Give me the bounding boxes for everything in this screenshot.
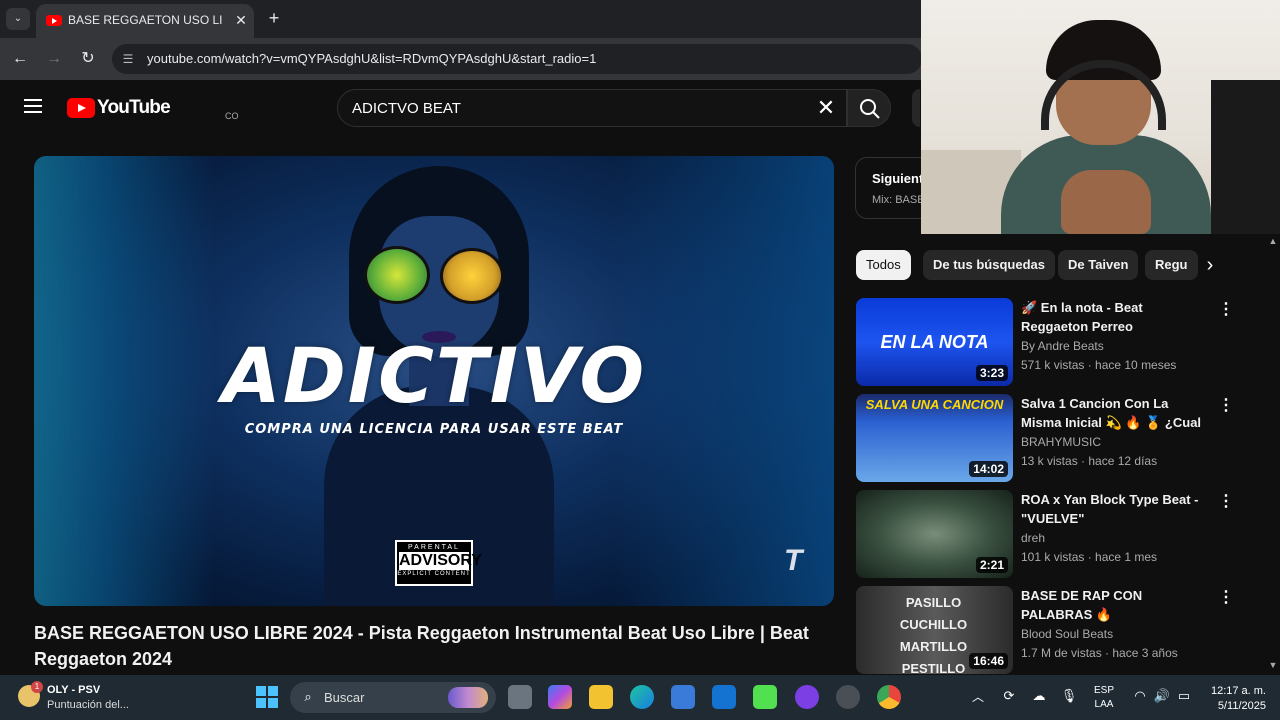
playlist-panel[interactable]: Siguient Mix: BASE bbox=[855, 157, 925, 219]
filter-chips: Todos De tus búsquedas De Taiven Regu bbox=[856, 250, 1221, 282]
recommendation-item[interactable]: 2:21 ROA x Yan Block Type Beat - "VUELVE… bbox=[856, 490, 1236, 580]
recommendation-title[interactable]: 🚀 En la nota - Beat Reggaeton Perreo bbox=[1021, 298, 1211, 336]
windows-start-icon[interactable] bbox=[256, 686, 278, 708]
youtube-logo-text: YouTube bbox=[97, 97, 171, 118]
site-info-icon[interactable]: ☰ bbox=[120, 51, 136, 67]
cloud-icon[interactable]: ☁ bbox=[1030, 687, 1048, 705]
channel-name[interactable]: Blood Soul Beats bbox=[1021, 627, 1113, 641]
channel-name[interactable]: By Andre Beats bbox=[1021, 339, 1104, 353]
app-icon[interactable] bbox=[795, 685, 819, 709]
url-text[interactable]: youtube.com/watch?v=vmQYPAsdghU&list=RDv… bbox=[147, 51, 596, 66]
widget-title[interactable]: OLY - PSV bbox=[47, 684, 100, 696]
more-options-icon[interactable]: ⋮ bbox=[1218, 300, 1234, 320]
menu-icon[interactable] bbox=[24, 99, 42, 113]
volume-icon[interactable]: 🔊 bbox=[1153, 687, 1171, 705]
video-title: BASE REGGAETON USO LIBRE 2024 - Pista Re… bbox=[34, 623, 809, 669]
search-highlight-icon bbox=[448, 687, 488, 708]
video-thumbnail[interactable]: EN LA NOTA 3:23 bbox=[856, 298, 1013, 386]
playlist-mix-label: Mix: BASE bbox=[872, 194, 925, 206]
system-clock[interactable]: 12:17 a. m. 5/11/2025 bbox=[1198, 684, 1266, 714]
scroll-down-arrow-icon[interactable]: ▼ bbox=[1268, 660, 1278, 672]
parental-advisory-logo: PARENTAL ADVISORY EXPLICIT CONTENT bbox=[395, 540, 482, 586]
task-view-icon[interactable] bbox=[508, 685, 532, 709]
channel-name[interactable]: BRAHYMUSIC bbox=[1021, 435, 1101, 449]
recommendation-item[interactable]: PASILLO CUCHILLO MARTILLO PESTILLO 16:46… bbox=[856, 586, 1236, 676]
recommendation-title[interactable]: Salva 1 Cancion Con La Misma Inicial 💫 🔥… bbox=[1021, 394, 1211, 432]
chip-todos[interactable]: Todos bbox=[856, 250, 911, 280]
tab-close-icon[interactable]: ✕ bbox=[232, 11, 250, 29]
chrome-icon[interactable] bbox=[877, 685, 901, 709]
more-options-icon[interactable]: ⋮ bbox=[1218, 492, 1234, 512]
duration-badge: 3:23 bbox=[975, 365, 1008, 381]
chip-taiven[interactable]: De Taiven bbox=[1058, 250, 1139, 280]
recommendation-item[interactable]: SALVA UNA CANCION 14:02 Salva 1 Cancion … bbox=[856, 394, 1236, 484]
file-explorer-icon[interactable] bbox=[589, 685, 613, 709]
copilot-icon[interactable] bbox=[548, 685, 572, 709]
outlook-icon[interactable] bbox=[712, 685, 736, 709]
battery-icon[interactable]: ▭ bbox=[1175, 687, 1193, 705]
channel-name[interactable]: dreh bbox=[1021, 531, 1045, 545]
youtube-play-icon bbox=[67, 98, 95, 118]
store-icon[interactable] bbox=[671, 685, 695, 709]
sync-icon[interactable]: ⟳ bbox=[1000, 687, 1018, 705]
recommendation-item[interactable]: EN LA NOTA 3:23 🚀 En la nota - Beat Regg… bbox=[856, 298, 1236, 388]
reload-button[interactable]: ↻ bbox=[77, 48, 99, 70]
microphone-icon[interactable]: 🎙 bbox=[1060, 687, 1078, 705]
browser-tab[interactable]: BASE REGGAETON USO LIBRE 2024 - Pista Re… bbox=[36, 4, 254, 38]
search-button[interactable] bbox=[847, 89, 891, 127]
video-meta: 101 k vistas · hace 1 mes bbox=[1021, 550, 1158, 564]
tab-title: BASE REGGAETON USO LIBRE 2024 - Pista Re… bbox=[68, 13, 223, 27]
address-bar[interactable]: ☰ youtube.com/watch?v=vmQYPAsdghU&list=R… bbox=[112, 44, 922, 74]
video-overlay-title: ADICTIVO bbox=[221, 331, 647, 420]
search-query[interactable]: ADICTVO BEAT bbox=[352, 100, 461, 117]
youtube-favicon-icon bbox=[46, 15, 62, 26]
duration-badge: 16:46 bbox=[969, 653, 1008, 669]
chip-busquedas[interactable]: De tus búsquedas bbox=[923, 250, 1055, 280]
chevron-up-icon[interactable]: ︿ bbox=[972, 688, 984, 705]
voice-search-button[interactable] bbox=[912, 89, 920, 127]
video-meta: 13 k vistas · hace 12 días bbox=[1021, 454, 1158, 468]
more-options-icon[interactable]: ⋮ bbox=[1218, 396, 1234, 416]
obs-icon[interactable] bbox=[836, 685, 860, 709]
chevron-right-icon[interactable]: › bbox=[1198, 253, 1222, 277]
tab-search-button[interactable]: ⌄ bbox=[6, 8, 30, 30]
kick-icon[interactable] bbox=[753, 685, 777, 709]
notification-badge: 1 bbox=[31, 681, 43, 693]
taskbar-search-input[interactable]: ⌕ Buscar bbox=[290, 682, 496, 713]
search-icon bbox=[860, 99, 880, 119]
wifi-icon[interactable]: ◠ bbox=[1131, 687, 1149, 705]
language-indicator[interactable]: ESP LAA bbox=[1094, 684, 1114, 712]
search-icon: ⌕ bbox=[304, 689, 312, 704]
video-thumbnail[interactable]: SALVA UNA CANCION 14:02 bbox=[856, 394, 1013, 482]
webcam-overlay bbox=[921, 0, 1280, 234]
recommendation-title[interactable]: BASE DE RAP CON PALABRAS 🔥 ENTRENAMIENTO… bbox=[1021, 586, 1211, 624]
channel-watermark: T bbox=[784, 544, 803, 577]
more-options-icon[interactable]: ⋮ bbox=[1218, 588, 1234, 608]
edge-icon[interactable] bbox=[630, 685, 654, 709]
duration-badge: 2:21 bbox=[975, 557, 1008, 573]
search-input[interactable]: ADICTVO BEAT ✕ bbox=[337, 89, 847, 127]
video-thumbnail[interactable]: 2:21 bbox=[856, 490, 1013, 578]
chip-regu[interactable]: Regu bbox=[1145, 250, 1198, 280]
video-meta: 571 k vistas · hace 10 meses bbox=[1021, 358, 1177, 372]
windows-taskbar: 1 OLY - PSV Puntuación del... ⌕ Buscar ︿… bbox=[0, 675, 1280, 720]
new-tab-button[interactable]: + bbox=[264, 8, 284, 28]
youtube-logo[interactable]: YouTube CO bbox=[67, 97, 239, 121]
youtube-header: YouTube CO ADICTVO BEAT ✕ bbox=[0, 80, 920, 136]
back-button[interactable]: ← bbox=[9, 48, 31, 70]
taskbar-search-placeholder: Buscar bbox=[324, 690, 365, 705]
duration-badge: 14:02 bbox=[969, 461, 1008, 477]
video-thumbnail[interactable]: PASILLO CUCHILLO MARTILLO PESTILLO 16:46 bbox=[856, 586, 1013, 674]
search-clear-icon[interactable]: ✕ bbox=[814, 96, 838, 120]
video-overlay-subtitle: COMPRA UNA LICENCIA PARA USAR ESTE BEAT bbox=[244, 422, 624, 437]
video-meta: 1.7 M de vistas · hace 3 años bbox=[1021, 646, 1178, 660]
playlist-next-label: Siguient bbox=[872, 171, 924, 186]
video-player[interactable]: ADICTIVO COMPRA UNA LICENCIA PARA USAR E… bbox=[34, 156, 834, 606]
country-code: CO bbox=[225, 111, 239, 121]
recommendation-title[interactable]: ROA x Yan Block Type Beat - "VUELVE" bbox=[1021, 490, 1211, 528]
widget-subtitle[interactable]: Puntuación del... bbox=[47, 699, 129, 711]
forward-button[interactable]: → bbox=[43, 48, 65, 70]
scroll-up-arrow-icon[interactable]: ▲ bbox=[1268, 236, 1278, 248]
